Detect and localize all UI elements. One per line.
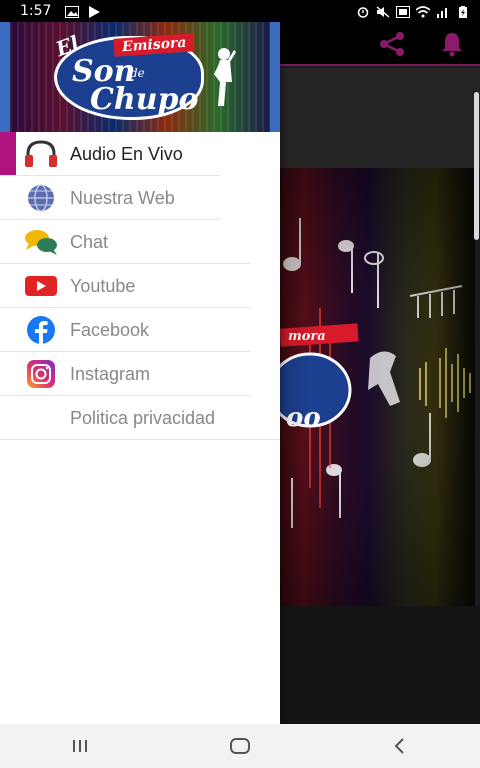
globe-icon — [23, 183, 59, 213]
menu-item-label: Politica privacidad — [70, 407, 216, 428]
drawer-menu: Audio En Vivo Nuestra Web Chat Youtube F… — [0, 132, 280, 440]
recent-apps-icon[interactable] — [60, 726, 100, 766]
menu-item-label: Chat — [70, 231, 109, 252]
drawer-header: El Son de Chupo Emisora — [0, 22, 280, 132]
dancer-silhouette-icon — [214, 48, 236, 106]
station-artwork: mora oo — [280, 168, 475, 606]
content-panel — [280, 68, 480, 168]
headphones-icon — [23, 139, 59, 169]
menu-item-instagram[interactable]: Instagram — [0, 352, 280, 396]
share-icon[interactable] — [378, 30, 406, 58]
alarm-icon — [356, 5, 370, 18]
mute-icon — [376, 5, 390, 18]
menu-item-politica-privacidad[interactable]: Politica privacidad — [0, 396, 280, 440]
logo-text-de: de — [130, 66, 145, 80]
facebook-icon — [23, 315, 59, 345]
scrollbar[interactable] — [474, 92, 479, 240]
menu-item-label: Nuestra Web — [70, 187, 175, 208]
menu-item-label: Instagram — [70, 363, 151, 384]
menu-item-label: Youtube — [70, 275, 136, 296]
active-indicator — [0, 132, 16, 176]
play-icon — [87, 5, 101, 18]
divider — [0, 439, 280, 440]
content-panel-lower — [280, 606, 480, 724]
status-time: 1:57 — [20, 3, 52, 19]
instagram-icon — [23, 359, 59, 389]
battery-icon — [456, 5, 470, 18]
menu-item-audio-en-vivo[interactable]: Audio En Vivo — [0, 132, 280, 176]
signal-icon — [436, 5, 450, 18]
chat-icon — [23, 227, 59, 257]
menu-item-label: Audio En Vivo — [70, 143, 183, 164]
home-icon[interactable] — [220, 726, 260, 766]
menu-item-facebook[interactable]: Facebook — [0, 308, 280, 352]
menu-item-youtube[interactable]: Youtube — [0, 264, 280, 308]
menu-item-nuestra-web[interactable]: Nuestra Web — [0, 176, 280, 220]
wifi-icon — [415, 5, 431, 18]
menu-item-label: Facebook — [70, 319, 150, 340]
youtube-icon — [23, 271, 59, 301]
navigation-drawer: El Son de Chupo Emisora Audio En Vivo Nu… — [0, 22, 280, 724]
system-nav-bar — [0, 724, 480, 768]
status-bar: 1:57 — [0, 0, 480, 22]
logo-text-chupo: Chupo — [90, 82, 199, 117]
back-icon[interactable] — [380, 726, 420, 766]
notification-bell-icon[interactable] — [438, 30, 466, 58]
image-icon — [65, 5, 80, 18]
privacy-icon-placeholder — [23, 403, 59, 433]
volte-icon — [396, 5, 410, 18]
menu-item-chat[interactable]: Chat — [0, 220, 280, 264]
